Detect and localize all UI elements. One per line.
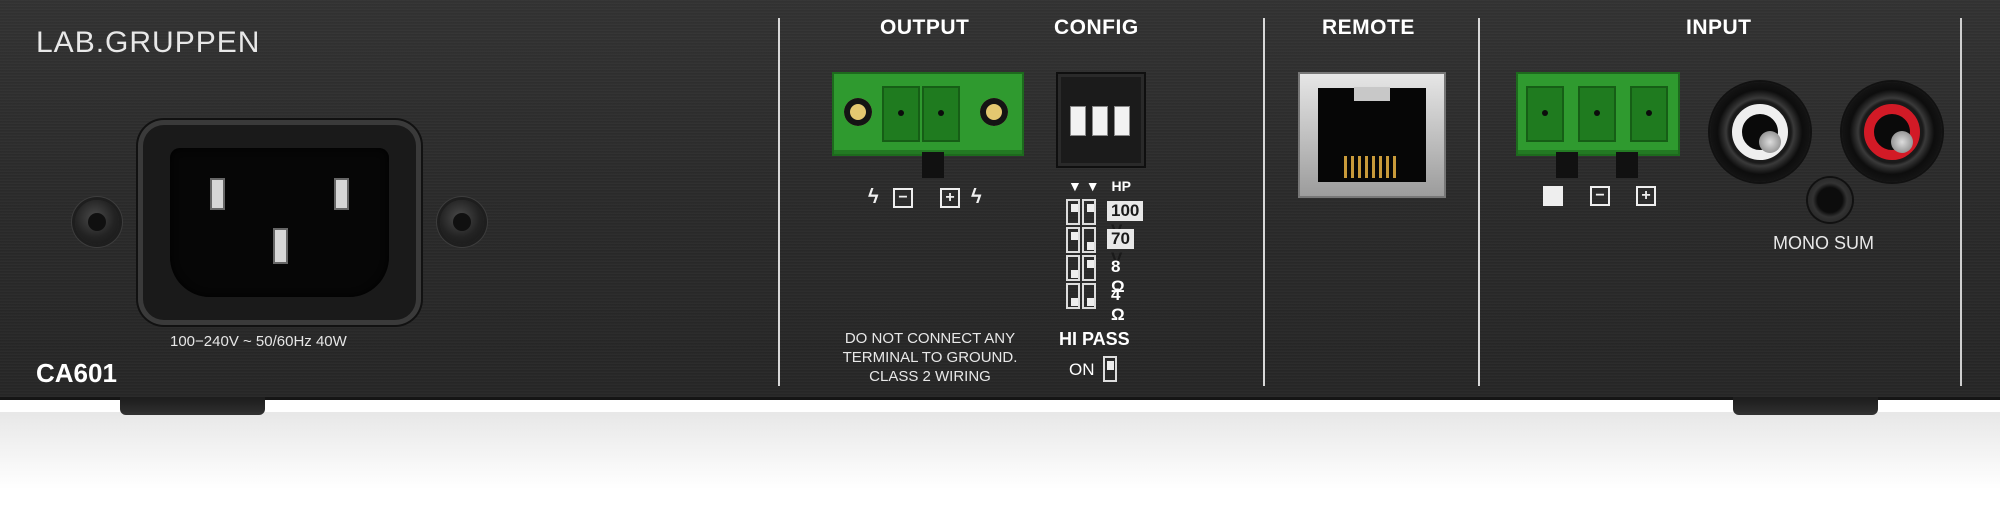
input-terminal-block[interactable] [1516, 72, 1680, 156]
switch-state-mark [1087, 260, 1094, 268]
section-divider [778, 18, 780, 386]
switch-state-cell [1082, 255, 1096, 281]
iec-socket [170, 148, 389, 297]
panel-edge-line [1960, 18, 1962, 386]
input-terminal-cell-1 [1526, 86, 1564, 142]
switch-state-cell [1082, 283, 1096, 309]
bolt-icon: ϟ [868, 186, 879, 208]
mounting-screw-right [440, 200, 484, 244]
mounting-screw-left [75, 200, 119, 244]
config-mode-row: 8 Ω [1066, 255, 1125, 296]
rca-ring-red [1864, 104, 1920, 160]
rca-ring-white [1732, 104, 1788, 160]
rear-panel: LAB.GRUPPEN CA601 100−240V ~ 50/60Hz 40W… [0, 0, 2000, 400]
terminal-dot [938, 110, 944, 116]
warning-line: DO NOT CONNECT ANY [844, 330, 1016, 347]
input-terminal-cell-3 [1630, 86, 1668, 142]
input-terminal-cell-2 [1578, 86, 1616, 142]
section-divider [1478, 18, 1480, 386]
model-label: CA601 [36, 358, 117, 388]
config-dip-switch[interactable] [1056, 72, 1146, 168]
dip-switch-1[interactable] [1070, 106, 1086, 136]
terminal-dot [1542, 110, 1548, 116]
switch-state-cell [1066, 283, 1080, 309]
terminal-dot [898, 110, 904, 116]
hi-pass-indicator [1103, 356, 1117, 382]
input-section-title: INPUT [1686, 16, 1752, 39]
mode-label-100v: 100 V [1107, 201, 1144, 240]
output-terminal-screw-left [844, 98, 872, 126]
arrow-down-icon: ▼ ▼ [1068, 178, 1100, 194]
output-section-title: OUTPUT [880, 16, 970, 39]
config-mode-row: 70 V [1066, 227, 1134, 268]
chassis-ground-icon [1543, 186, 1563, 206]
brand-logo: LAB.GRUPPEN [36, 26, 261, 59]
mode-label-4ohm: 4 Ω [1111, 285, 1125, 324]
config-legend-header: ▼ ▼ HP [1068, 178, 1131, 194]
minus-icon: − [893, 188, 913, 208]
switch-state-cell [1066, 227, 1080, 253]
minus-icon: − [1590, 186, 1610, 206]
plus-icon: + [940, 188, 960, 208]
output-terminal-block[interactable] [832, 72, 1024, 156]
iec-pin-left [210, 178, 225, 210]
switch-state-mark [1071, 270, 1078, 278]
dip-switch-3[interactable] [1114, 106, 1130, 136]
mono-sum-label: MONO SUM [1773, 233, 1874, 253]
rca-pin [1891, 131, 1913, 153]
dip-switch-2[interactable] [1092, 106, 1108, 136]
switch-state-cell [1082, 227, 1096, 253]
rca-input-red[interactable] [1842, 82, 1942, 182]
warning-line: TERMINAL TO GROUND. [842, 349, 1018, 366]
iec-power-inlet[interactable] [138, 120, 421, 325]
iec-pin-ground [273, 228, 288, 264]
section-divider [1263, 18, 1265, 386]
rj45-notch [1354, 87, 1390, 101]
switch-state-mark [1071, 232, 1078, 240]
rj45-remote-port[interactable] [1298, 72, 1446, 198]
hp-label: HP [1111, 178, 1131, 194]
output-terminal-cell-1 [882, 86, 920, 142]
input-terminal-tab [1556, 152, 1578, 178]
switch-state-mark [1087, 298, 1094, 306]
rj45-socket [1318, 87, 1426, 182]
config-section-title: CONFIG [1054, 16, 1139, 39]
config-mode-row: 4 Ω [1066, 283, 1125, 324]
mode-label-8ohm: 8 Ω [1111, 257, 1125, 296]
power-rating-label: 100−240V ~ 50/60Hz 40W [170, 333, 347, 350]
rj45-pins [1344, 156, 1400, 178]
surface-reflection [0, 412, 2000, 523]
grounding-warning: DO NOT CONNECT ANY TERMINAL TO GROUND. C… [810, 329, 1050, 386]
mode-label-70v: 70 V [1107, 229, 1134, 268]
remote-section-title: REMOTE [1322, 16, 1415, 39]
output-terminal-cell-2 [922, 86, 960, 142]
warning-line: CLASS 2 WIRING [869, 368, 991, 385]
rca-input-white[interactable] [1710, 82, 1810, 182]
iec-pin-right [334, 178, 349, 210]
input-terminal-tab [1616, 152, 1638, 178]
switch-state-mark [1087, 204, 1094, 212]
switch-state-cell [1066, 255, 1080, 281]
mono-sum-knob[interactable] [1808, 178, 1852, 222]
hi-pass-label: HI PASS [1059, 329, 1130, 349]
hi-pass-on-label: ON [1069, 360, 1095, 379]
switch-state-mark [1071, 298, 1078, 306]
rca-pin [1759, 131, 1781, 153]
plus-icon: + [1636, 186, 1656, 206]
switch-state-cell [1082, 199, 1096, 225]
bolt-icon: ϟ [971, 186, 982, 208]
switch-state-mark [1087, 242, 1094, 250]
config-mode-row: 100 V [1066, 199, 1144, 240]
output-terminal-tab [922, 152, 944, 178]
switch-state-mark [1071, 204, 1078, 212]
terminal-dot [1594, 110, 1600, 116]
switch-state-cell [1066, 199, 1080, 225]
output-terminal-screw-right [980, 98, 1008, 126]
terminal-dot [1646, 110, 1652, 116]
